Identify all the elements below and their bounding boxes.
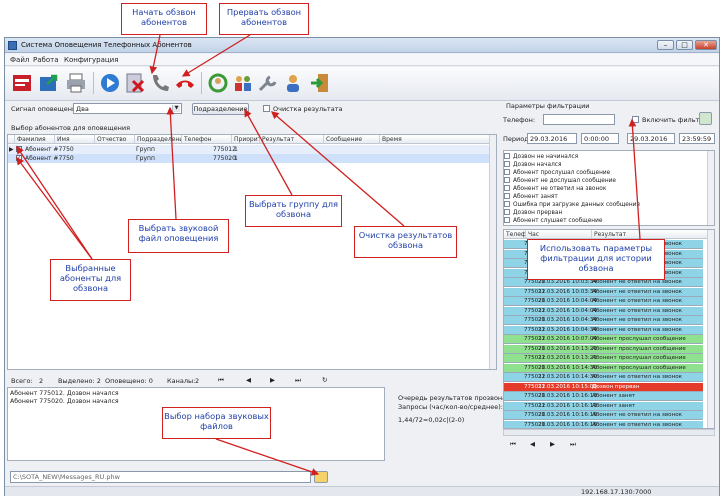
callout-start: Начать обзвон абонентов (121, 3, 207, 35)
callout-stop: Прервать обзвон абонентов (219, 3, 309, 35)
callout-soundset: Выбор набора звуковых файлов (162, 407, 271, 439)
callout-filter: Использовать параметры фильтрации для ис… (527, 239, 665, 280)
callout-group: Выбрать группу для обзвона (245, 195, 342, 227)
callout-sound: Выбрать звуковой файл оповещения (128, 219, 229, 253)
callout-selected: Выбранные абоненты для обзвона (50, 259, 131, 301)
callout-clear: Очистка результатов обзвона (354, 226, 457, 258)
